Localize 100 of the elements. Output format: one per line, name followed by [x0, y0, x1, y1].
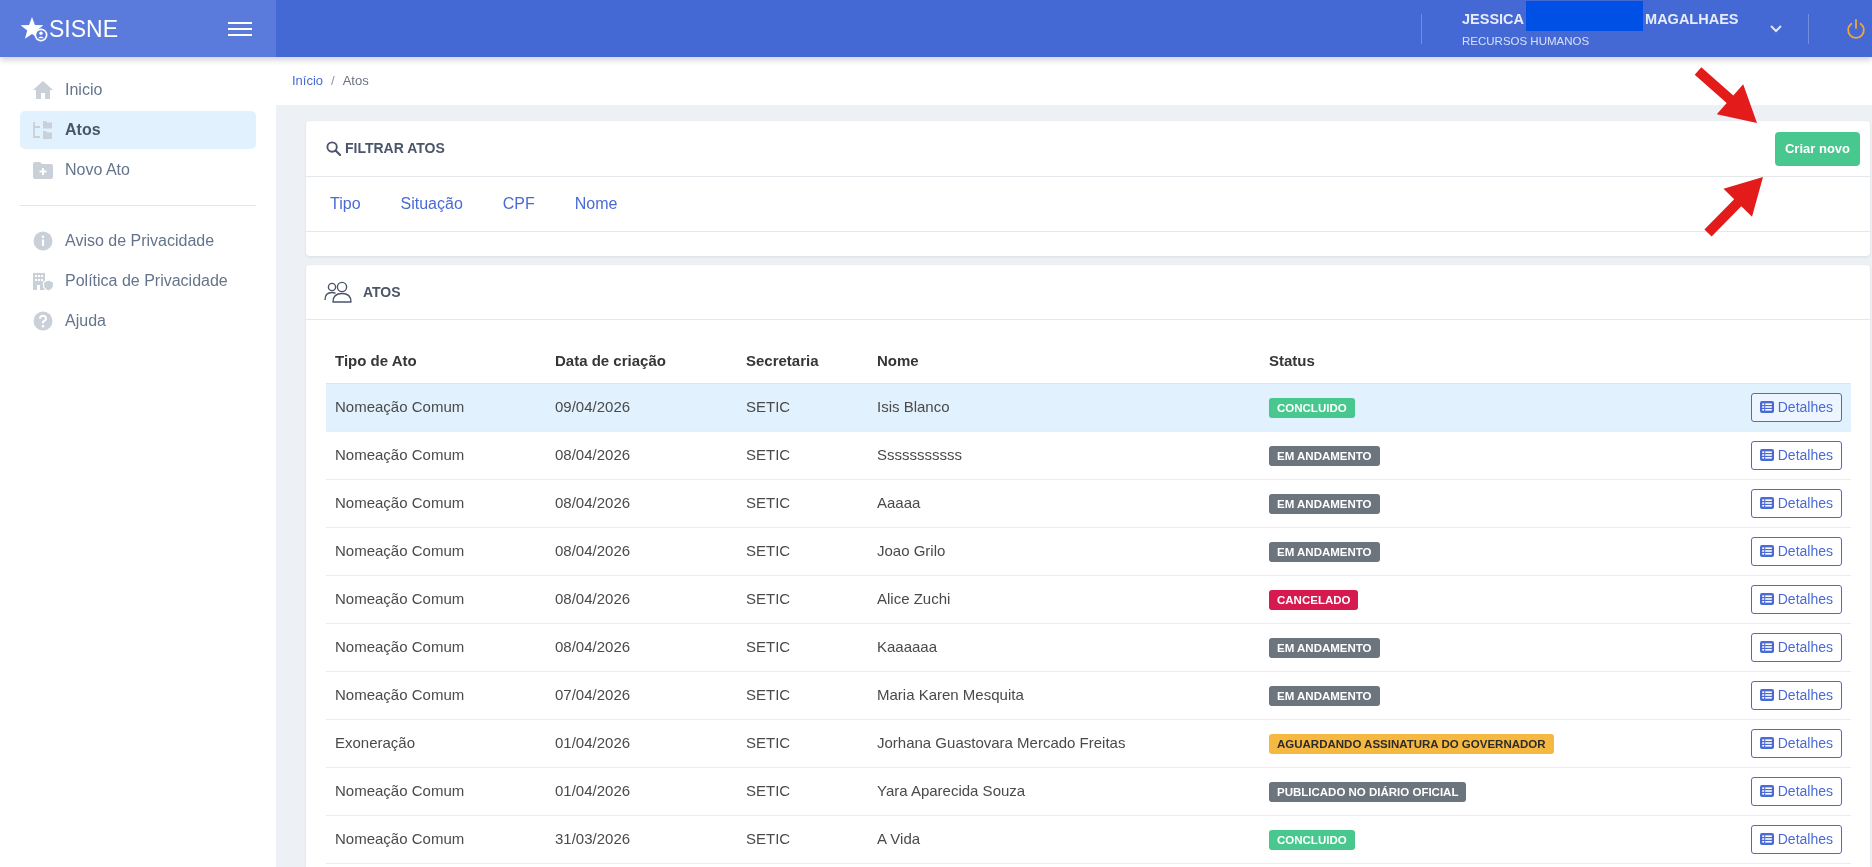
power-icon[interactable]: [1846, 18, 1866, 39]
table-row[interactable]: Nomeação Comum 08/04/2026 SETIC Sssssssssss EM ANDAMENTO Detalhes: [326, 431, 1851, 479]
table-cell: Jorhana Guastovara Mercado Freitas: [868, 719, 1260, 767]
table-cell: Nomeação Comum: [326, 575, 546, 623]
table-cell: SETIC: [737, 527, 868, 575]
table-cell: Joao Grilo: [868, 527, 1260, 575]
annotation-arrow: [1704, 177, 1763, 237]
help-icon: [32, 311, 54, 331]
status-badge: EM ANDAMENTO: [1269, 542, 1380, 562]
table-cell: 07/04/2026: [546, 671, 737, 719]
table-cell: SETIC: [737, 575, 868, 623]
table-cell: A Vida: [868, 815, 1260, 863]
details-button[interactable]: Detalhes: [1750, 680, 1842, 710]
filter-link[interactable]: Situação: [400, 192, 463, 216]
table-cell: Nomeação Comum: [326, 383, 546, 431]
filter-link[interactable]: CPF: [502, 192, 535, 216]
table-cell: Nomeação Comum: [326, 767, 546, 815]
table-row[interactable]: Nomeação Comum 07/04/2026 SETIC Maria Karen Mesquita EM ANDAMENTO Detalhes: [326, 671, 1851, 719]
details-button[interactable]: Detalhes: [1750, 488, 1842, 518]
table-cell: 01/04/2026: [546, 767, 737, 815]
table-cell: Yara Aparecida Souza: [868, 767, 1260, 815]
list-icon: [1759, 833, 1774, 845]
list-icon: [1759, 497, 1774, 509]
card-title: ATOS: [363, 282, 401, 302]
table-cell: Alice Zuchi: [868, 575, 1260, 623]
menu-icon[interactable]: [228, 21, 252, 36]
details-button[interactable]: Detalhes: [1750, 824, 1842, 854]
sidebar-item[interactable]: Aviso de Privacidade: [20, 222, 256, 260]
list-icon: [1759, 737, 1774, 749]
status-badge: PUBLICADO NO DIÁRIO OFICIAL: [1269, 782, 1467, 802]
annotation-arrow: [1694, 67, 1757, 123]
sidebar-item[interactable]: Inicio: [20, 71, 256, 109]
info-icon: [32, 231, 54, 251]
table-cell: 08/04/2026: [546, 623, 737, 671]
column-header: Data de criação: [546, 340, 737, 383]
app-logo-text: SISNE: [49, 14, 119, 43]
table-row[interactable]: Nomeação Comum 09/04/2026 SETIC Isis Blanco CONCLUIDO Detalhes: [326, 383, 1851, 431]
table-cell: 01/04/2026: [546, 719, 737, 767]
details-button[interactable]: Detalhes: [1750, 584, 1842, 614]
list-icon: [1759, 545, 1774, 557]
building-shield-icon: [32, 271, 54, 291]
table-cell: Kaaaaaa: [868, 623, 1260, 671]
table-cell: Nomeação Comum: [326, 527, 546, 575]
home-icon: [32, 80, 54, 100]
details-button[interactable]: Detalhes: [1750, 776, 1842, 806]
table-cell: Nomeação Comum: [326, 479, 546, 527]
table-cell: Nomeação Comum: [326, 671, 546, 719]
sidebar-item[interactable]: Atos: [20, 111, 256, 149]
table-cell: SETIC: [737, 383, 868, 431]
breadcrumb-link[interactable]: Início: [292, 71, 324, 91]
folder-plus-icon: [32, 160, 54, 180]
list-icon: [1759, 689, 1774, 701]
filter-link[interactable]: Nome: [574, 192, 618, 216]
table-row[interactable]: Nomeação Comum 08/04/2026 SETIC Aaaaa EM ANDAMENTO Detalhes: [326, 479, 1851, 527]
table-row[interactable]: Nomeação Comum 31/03/2026 SETIC A Vida CONCLUIDO Detalhes: [326, 815, 1851, 863]
folder-tree-icon: [32, 120, 54, 140]
table-row[interactable]: Nomeação Comum 08/04/2026 SETIC Kaaaaaa EM ANDAMENTO Detalhes: [326, 623, 1851, 671]
status-badge: EM ANDAMENTO: [1269, 686, 1380, 706]
status-badge: EM ANDAMENTO: [1269, 446, 1380, 466]
table-cell: SETIC: [737, 623, 868, 671]
users-icon: [324, 281, 352, 303]
table-cell: SETIC: [737, 431, 868, 479]
table-cell: SETIC: [737, 815, 868, 863]
table-cell: 08/04/2026: [546, 575, 737, 623]
table-cell: 31/03/2026: [546, 815, 737, 863]
table-cell: 08/04/2026: [546, 527, 737, 575]
user-department: RECURSOS HUMANOS: [1462, 34, 1590, 48]
details-button[interactable]: Detalhes: [1750, 392, 1842, 422]
column-header: Tipo de Ato: [326, 340, 546, 383]
details-button[interactable]: Detalhes: [1750, 536, 1842, 566]
list-icon: [1759, 593, 1774, 605]
column-header: Status: [1260, 340, 1640, 383]
filter-link[interactable]: Tipo: [330, 192, 361, 216]
table-cell: SETIC: [737, 767, 868, 815]
user-first-name: JESSICA: [1462, 9, 1525, 28]
breadcrumb-current: Atos: [342, 72, 369, 91]
sidebar-item[interactable]: Novo Ato: [20, 151, 256, 189]
list-icon: [1759, 401, 1774, 413]
chevron-down-icon[interactable]: [1770, 24, 1782, 33]
table-cell: Isis Blanco: [868, 383, 1260, 431]
status-badge: EM ANDAMENTO: [1269, 638, 1380, 658]
table-cell: 09/04/2026: [546, 383, 737, 431]
details-button[interactable]: Detalhes: [1750, 632, 1842, 662]
sidebar-item[interactable]: Política de Privacidade: [20, 262, 256, 300]
table-cell: Nomeação Comum: [326, 431, 546, 479]
table-cell: SETIC: [737, 479, 868, 527]
table-cell: Nomeação Comum: [326, 623, 546, 671]
table-cell: Maria Karen Mesquita: [868, 671, 1260, 719]
status-badge: CONCLUIDO: [1269, 398, 1355, 418]
status-badge: CANCELADO: [1269, 590, 1359, 610]
details-button[interactable]: Detalhes: [1750, 440, 1842, 470]
table-cell: Exoneração: [326, 719, 546, 767]
table-row[interactable]: Nomeação Comum 01/04/2026 SETIC Yara Aparecida Souza PUBLICADO NO DIÁRIO OFICIAL Detalhes: [326, 767, 1851, 815]
sidebar-item[interactable]: Ajuda: [20, 302, 256, 340]
breadcrumb-separator: /: [331, 72, 335, 91]
table-row[interactable]: Exoneração 01/04/2026 SETIC Jorhana Guastovara Mercado Freitas AGUARDANDO ASSINATURA DO GOVERNADOR Detalhes: [326, 719, 1851, 767]
table-row[interactable]: Nomeação Comum 08/04/2026 SETIC Alice Zuchi CANCELADO Detalhes: [326, 575, 1851, 623]
table-row[interactable]: Nomeação Comum 08/04/2026 SETIC Joao Grilo EM ANDAMENTO Detalhes: [326, 527, 1851, 575]
status-badge: EM ANDAMENTO: [1269, 494, 1380, 514]
details-button[interactable]: Detalhes: [1750, 728, 1842, 758]
